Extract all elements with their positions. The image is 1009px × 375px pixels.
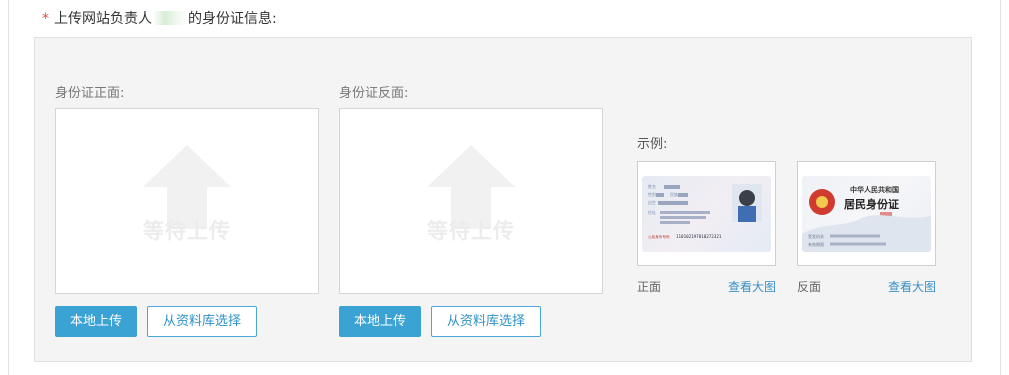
back-waiting-text: 等待上传 [427, 219, 515, 243]
id-front-example-image[interactable]: 姓名 性别 民族 出生 住址 公民身份号码 110102197810272321 [637, 161, 776, 266]
title-prefix: 上传网站负责人 [54, 11, 152, 27]
blurred-name [153, 11, 187, 25]
card-country-text: 中华人民共和国 [850, 185, 899, 194]
id-front-illustration: 姓名 性别 民族 出生 住址 公民身份号码 110102197810272321 [648, 183, 762, 239]
card-title-text: 居民身份证 [844, 197, 899, 211]
id-back-illustration: 中华人民共和国 居民身份证 签发机关 有效期限 [802, 185, 931, 252]
card-id-number: 110102197810272321 [676, 234, 722, 239]
back-local-upload-button[interactable]: 本地上传 [339, 306, 421, 337]
left-frame-line [8, 0, 9, 375]
section-title: * 上传网站负责人 的身份证信息: [42, 8, 277, 28]
card-field-ethnicity: 民族 [670, 191, 678, 197]
card-validity-label: 有效期限 [808, 241, 824, 247]
front-library-select-button[interactable]: 从资料库选择 [147, 306, 257, 337]
card-authority-label: 签发机关 [808, 233, 824, 239]
back-upload-area[interactable]: 等待上传 [339, 108, 603, 294]
back-library-select-button[interactable]: 从资料库选择 [431, 306, 541, 337]
card-id-label: 公民身份号码 [648, 234, 670, 239]
right-frame-line [1000, 0, 1001, 375]
front-label: 身份证正面: [55, 86, 125, 101]
card-field-birth: 出生 [648, 199, 656, 205]
upload-panel: 身份证正面: 等待上传 本地上传 从资料库选择 身份证反面: 等待上传 本地上传… [34, 37, 972, 362]
title-suffix: 的身份证信息: [188, 11, 277, 27]
front-view-large-link[interactable]: 查看大图 [728, 278, 776, 295]
id-back-example-image[interactable]: 中华人民共和国 居民身份证 签发机关 有效期限 [797, 161, 936, 266]
front-upload-area[interactable]: 等待上传 [55, 108, 319, 294]
id-back-card: 中华人民共和国 居民身份证 签发机关 有效期限 [802, 176, 931, 252]
front-example-caption: 正面 [637, 280, 662, 294]
back-view-large-link[interactable]: 查看大图 [888, 278, 936, 295]
front-local-upload-button[interactable]: 本地上传 [55, 306, 137, 337]
back-label: 身份证反面: [339, 86, 409, 101]
example-label: 示例: [637, 137, 668, 152]
back-example-caption: 反面 [797, 280, 822, 294]
card-field-address: 住址 [648, 209, 656, 215]
id-front-card: 姓名 性别 民族 出生 住址 公民身份号码 110102197810272321 [642, 176, 771, 252]
card-field-gender: 性别 [648, 191, 656, 197]
card-field-name: 姓名 [648, 183, 656, 189]
front-waiting-text: 等待上传 [143, 219, 231, 243]
required-mark: * [42, 11, 49, 27]
